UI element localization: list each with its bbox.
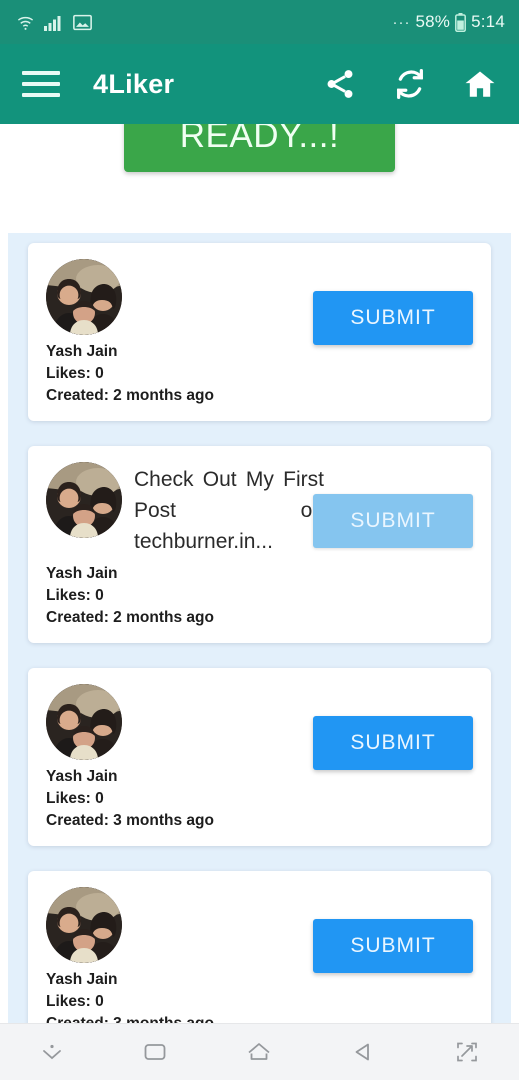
share-icon[interactable] [323,67,357,101]
android-navigation-bar [0,1023,519,1080]
card-meta: Yash Jain Likes: 0 Created: 3 months ago [46,969,473,1023]
post-text: Check Out My First Post on techburner.in… [134,468,324,553]
post-created: Created: 3 months ago [46,812,214,829]
submit-button[interactable]: SUBMIT [313,291,473,345]
post-likes: Likes: 0 [46,993,104,1010]
post-created: Created: 2 months ago [46,387,214,404]
avatar [46,462,122,538]
status-dots: ··· [392,13,411,31]
app-toolbar: 4Liker [0,44,519,124]
post-likes: Likes: 0 [46,587,104,604]
status-bar-right: ··· 58% 5:14 [392,12,505,32]
home-icon[interactable] [463,67,497,101]
post-likes: Likes: 0 [46,365,104,382]
post-created: Created: 3 months ago [46,1013,473,1023]
avatar [46,887,122,963]
post-feed[interactable]: SUBMIT Yash Jain Likes: 0 Created: 2 mon… [8,233,511,1023]
list-item[interactable]: Check Out My First Post on techburner.in… [28,446,491,643]
avatar [46,684,122,760]
status-bar-left [16,13,92,32]
recents-square-icon[interactable] [142,1041,168,1063]
card-meta: Yash Jain Likes: 0 Created: 2 months ago [46,341,473,407]
toolbar-actions [323,67,497,101]
submit-button[interactable]: SUBMIT [313,494,473,548]
refresh-icon[interactable] [393,67,427,101]
content-spacer [0,182,519,237]
status-bar: ··· 58% 5:14 [0,0,519,44]
home-outline-icon[interactable] [245,1040,273,1064]
post-created: Created: 2 months ago [46,609,214,626]
submit-button[interactable]: SUBMIT [313,919,473,973]
post-text [134,887,324,889]
post-text [134,259,324,261]
ready-banner: READY...! [124,124,395,172]
wifi-icon [16,13,35,32]
battery-icon [455,12,467,32]
ready-banner-label: READY...! [179,124,340,155]
hamburger-menu-icon[interactable] [22,71,60,97]
list-item[interactable]: SUBMIT Yash Jain Likes: 0 Created: 2 mon… [28,243,491,421]
signal-bars-icon [44,14,64,31]
image-icon [73,14,92,31]
list-item[interactable]: SUBMIT Yash Jain Likes: 0 Created: 3 mon… [28,668,491,846]
back-triangle-icon[interactable] [351,1041,377,1063]
list-item[interactable]: SUBMIT Yash Jain Likes: 0 Created: 3 mon… [28,871,491,1023]
post-author: Yash Jain [46,565,118,582]
card-meta: Yash Jain Likes: 0 Created: 2 months ago [46,563,473,629]
card-meta: Yash Jain Likes: 0 Created: 3 months ago [46,766,473,832]
status-time: 5:14 [471,12,505,31]
post-likes: Likes: 0 [46,790,104,807]
page-title: 4Liker [93,68,175,99]
ready-banner-area: READY...! [0,124,519,182]
submit-button[interactable]: SUBMIT [313,716,473,770]
avatar [46,259,122,335]
fullscreen-expand-icon[interactable] [454,1040,480,1064]
battery-percent: 58% [415,12,451,31]
hide-navbar-chevron-icon[interactable] [39,1041,65,1063]
post-text [134,684,324,686]
